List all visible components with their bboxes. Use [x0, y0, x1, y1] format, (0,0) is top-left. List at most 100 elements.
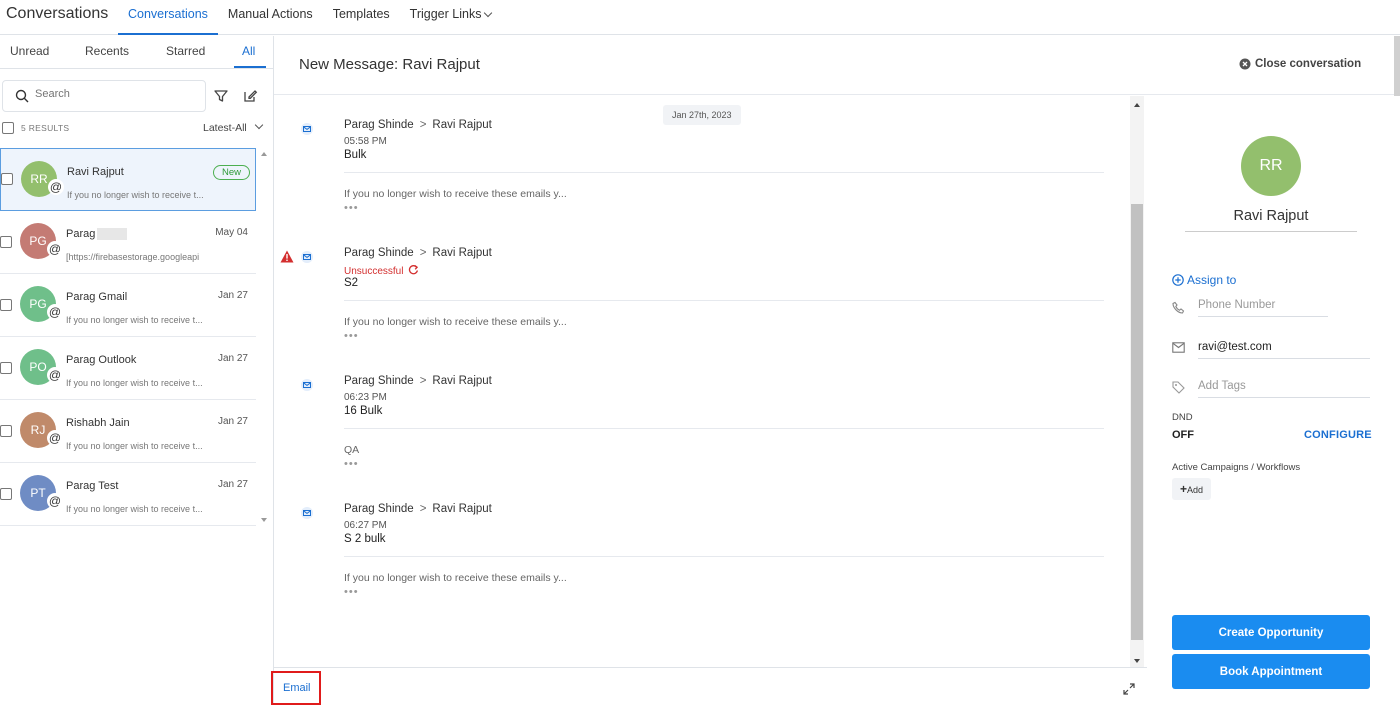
contact-name: Parag Outlook [66, 354, 137, 366]
tab-unread[interactable]: Unread [10, 44, 49, 58]
list-item[interactable]: RJ @ Rishabh Jain Jan 27 If you no longe… [0, 400, 256, 463]
tags-placeholder: Add Tags [1198, 380, 1246, 392]
warning-icon [280, 250, 294, 263]
tab-recents[interactable]: Recents [85, 44, 129, 58]
message-header: Parag Shinde > Ravi Rajput [344, 375, 492, 387]
recipient-name: Ravi Rajput [432, 247, 492, 259]
email-icon [301, 123, 313, 135]
book-appointment-button[interactable]: Book Appointment [1172, 654, 1370, 689]
list-item[interactable]: PG @ Parag May 04 [https://firebasestora… [0, 211, 256, 274]
plus-icon: + [1180, 482, 1188, 496]
campaigns-label: Active Campaigns / Workflows [1172, 462, 1301, 473]
filter-tabs: Unread Recents Starred All [0, 36, 274, 69]
message-header: Parag Shinde > Ravi Rajput [344, 119, 492, 131]
sender-name: Parag Shinde [344, 375, 414, 387]
composer-bar: Email [271, 667, 1147, 705]
message-subject: Bulk [344, 149, 367, 161]
recipient-name: Ravi Rajput [432, 119, 492, 131]
conversation-date: Jan 27 [217, 479, 248, 490]
email-icon [301, 379, 313, 391]
row-checkbox[interactable] [0, 299, 12, 311]
phone-icon [1172, 301, 1185, 314]
nav-templates[interactable]: Templates [323, 0, 400, 35]
list-item[interactable]: PG @ Parag Gmail Jan 27 If you no longer… [0, 274, 256, 337]
contact-name: Parag Gmail [66, 291, 128, 303]
email-icon [301, 251, 313, 263]
top-nav: Conversations Manual Actions Templates T… [118, 0, 501, 35]
search-input[interactable] [35, 88, 195, 100]
thread-scrollbar[interactable] [1130, 96, 1144, 668]
close-conversation-label: Close conversation [1255, 58, 1362, 70]
unsuccessful-label: Unsuccessful [344, 266, 404, 277]
tag-icon [1172, 381, 1185, 394]
nav-trigger-links[interactable]: Trigger Links [400, 0, 502, 35]
redacted-block [97, 228, 128, 241]
arrow-separator: > [419, 375, 427, 387]
avatar: RR [1241, 136, 1301, 196]
assign-to-button[interactable]: Assign to [1172, 273, 1236, 287]
app-title: Conversations [6, 5, 109, 22]
message-area: Jan 27th, 2023 Parag Shinde > Ravi Rajput … [274, 96, 1130, 668]
thread-pane: New Message: Ravi Rajput Close conversat… [271, 36, 1400, 705]
conversation-list: RR @ Ravi Rajput New If you no longer wi… [0, 148, 256, 526]
create-opportunity-button[interactable]: Create Opportunity [1172, 615, 1370, 650]
email-channel-icon: @ [47, 241, 63, 257]
divider [344, 556, 1104, 557]
message-preview: If you no longer wish to receive t... [66, 504, 203, 514]
nav-manual-actions[interactable]: Manual Actions [218, 0, 323, 35]
plus-circle-icon [1172, 274, 1184, 286]
add-campaign-button[interactable]: +Add [1172, 478, 1212, 500]
chevron-down-icon[interactable] [254, 120, 264, 130]
row-checkbox[interactable] [0, 425, 12, 437]
nav-conversations[interactable]: Conversations [118, 0, 218, 35]
tab-starred[interactable]: Starred [166, 44, 205, 58]
filter-icon[interactable] [213, 88, 233, 108]
page-scrollbar[interactable] [1394, 36, 1400, 96]
divider [344, 300, 1104, 301]
more-dots[interactable]: ••• [344, 586, 359, 598]
message-time: 05:58 PM [344, 136, 387, 147]
message-preview: If you no longer wish to receive t... [66, 441, 203, 451]
more-dots[interactable]: ••• [344, 458, 359, 470]
chevron-down-icon [484, 8, 493, 18]
list-item[interactable]: RR @ Ravi Rajput New If you no longer wi… [0, 148, 256, 211]
list-scrollbar[interactable] [257, 148, 271, 528]
message-body: If you no longer wish to receive these e… [344, 188, 567, 200]
contact-name[interactable]: Ravi Rajput [1185, 208, 1357, 232]
more-dots[interactable]: ••• [344, 330, 359, 342]
tags-field[interactable]: Add Tags [1198, 380, 1370, 398]
arrow-separator: > [419, 247, 427, 259]
top-bar: Conversations Conversations Manual Actio… [0, 0, 1400, 35]
row-checkbox[interactable] [1, 173, 13, 185]
row-checkbox[interactable] [0, 362, 12, 374]
dnd-value: OFF [1172, 429, 1194, 441]
row-checkbox[interactable] [0, 488, 12, 500]
expand-icon[interactable] [1123, 683, 1135, 695]
close-conversation-button[interactable]: Close conversation [1239, 58, 1361, 70]
date-chip: Jan 27th, 2023 [663, 105, 741, 125]
email-tab[interactable]: Email [271, 671, 321, 705]
list-item[interactable]: PT @ Parag Test Jan 27 If you no longer … [0, 463, 256, 526]
sort-dropdown[interactable]: Latest-All [203, 122, 247, 134]
message-time: 06:23 PM [344, 392, 387, 403]
email-channel-icon: @ [47, 493, 63, 509]
scrollbar-thumb[interactable] [1131, 204, 1143, 640]
tab-all[interactable]: All [242, 44, 255, 58]
configure-button[interactable]: CONFIGURE [1304, 429, 1372, 441]
select-all-checkbox[interactable] [2, 122, 14, 134]
message-header: Parag Shinde > Ravi Rajput [344, 247, 492, 259]
more-dots[interactable]: ••• [344, 202, 359, 214]
add-label: Add [1187, 485, 1204, 495]
compose-icon[interactable] [242, 88, 262, 108]
row-checkbox[interactable] [0, 236, 12, 248]
retry-icon[interactable] [408, 264, 419, 275]
message-subject: 16 Bulk [344, 405, 383, 417]
phone-field[interactable]: Phone Number [1198, 299, 1328, 317]
contact-name: Parag Test [66, 480, 119, 492]
email-field[interactable]: ravi@test.com [1198, 341, 1370, 359]
list-item[interactable]: PO @ Parag Outlook Jan 27 If you no long… [0, 337, 256, 400]
results-row: 5 RESULTS Latest-All [0, 120, 270, 138]
nav-trigger-links-label: Trigger Links [409, 7, 482, 21]
thread-header: New Message: Ravi Rajput Close conversat… [274, 36, 1400, 95]
message-preview: If you no longer wish to receive t... [66, 315, 203, 325]
